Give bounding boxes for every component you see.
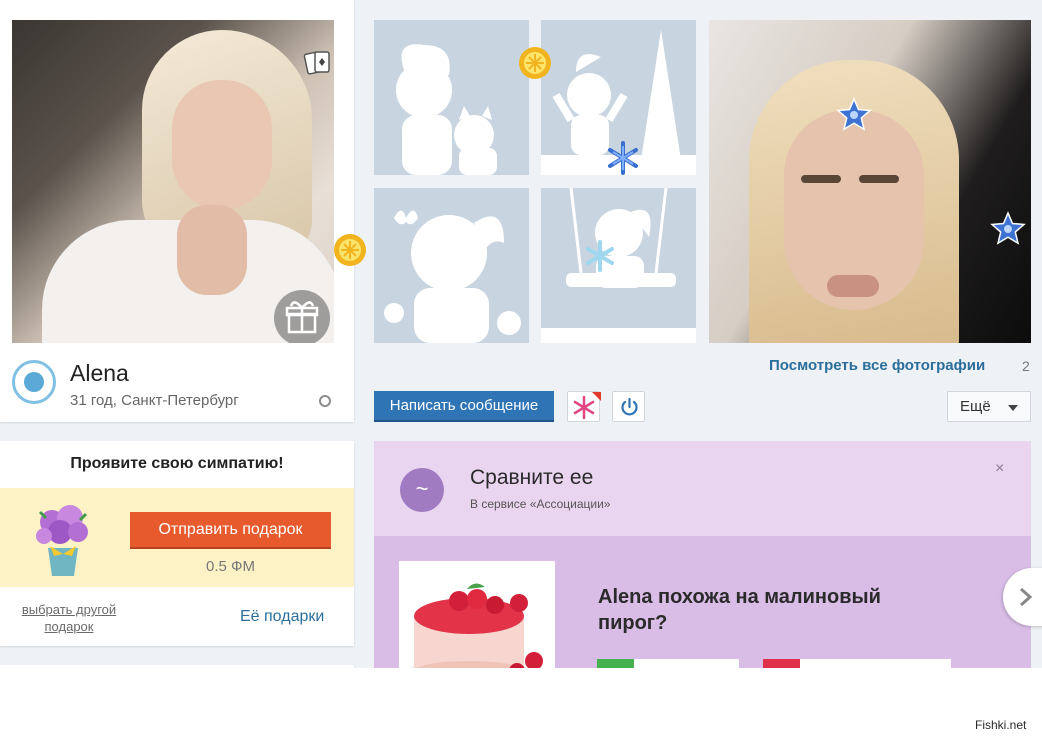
profile-name: Alena (70, 360, 129, 386)
answer-no-button[interactable] (763, 659, 951, 668)
sun-badge-icon[interactable] (518, 46, 552, 80)
more-label: Ещё (960, 398, 991, 415)
write-message-button[interactable]: Написать сообщение (374, 391, 554, 422)
cards-icon[interactable] (303, 48, 333, 78)
send-gift-button[interactable]: Отправить подарок (130, 512, 331, 549)
photo-placeholder[interactable] (541, 188, 696, 343)
star-badge-icon[interactable] (836, 97, 872, 133)
power-icon (621, 397, 638, 416)
associations-subtitle: В сервисе «Ассоциации» (470, 497, 611, 511)
cake-image (399, 561, 555, 668)
close-icon[interactable]: × (995, 460, 1004, 478)
snowflake-gift-button[interactable] (567, 391, 601, 422)
profile-meta: 31 год, Санкт-Петербург (70, 392, 239, 409)
user-badge[interactable] (12, 360, 56, 404)
status-indicator (319, 395, 331, 407)
profile-card: Alena 31 год, Санкт-Петербург (0, 0, 366, 422)
bottom-left-card (0, 665, 354, 668)
profile-photo[interactable] (12, 20, 334, 343)
view-all-photos-link[interactable]: Посмотреть все фотографии (769, 357, 985, 374)
more-dropdown[interactable]: Ещё (947, 391, 1031, 422)
snowflake-icon[interactable] (582, 238, 618, 274)
page: Alena 31 год, Санкт-Петербург Посмотреть… (0, 0, 1042, 668)
photo-placeholder[interactable] (374, 188, 529, 343)
bouquet-icon[interactable] (30, 500, 96, 580)
associations-body: Alena похожа на малиновый пирог? (374, 536, 1031, 668)
photo-count: 2 (1022, 358, 1030, 374)
chevron-down-icon (1008, 405, 1018, 411)
association-question: Alena похожа на малиновый пирог? (598, 586, 881, 634)
gift-price: 0.5 ФМ (206, 558, 255, 575)
main-photo[interactable] (709, 20, 1031, 343)
photo-placeholder[interactable] (374, 20, 529, 175)
gift-icon[interactable] (274, 290, 330, 343)
watermark: Fishki.net (975, 718, 1027, 732)
sun-badge-icon[interactable] (333, 233, 367, 267)
next-button[interactable] (1003, 568, 1042, 626)
her-gifts-link[interactable]: Её подарки (240, 608, 324, 626)
power-button[interactable] (612, 391, 645, 422)
associations-card: ~ Сравните ее В сервисе «Ассоциации» × A… (374, 441, 1031, 668)
answer-yes-button[interactable] (597, 659, 739, 668)
associations-title: Сравните ее (470, 466, 594, 489)
associations-header: ~ Сравните ее В сервисе «Ассоциации» × (374, 441, 1031, 536)
sympathy-card: Проявите свою симпатию! Отправить подаро… (0, 441, 354, 646)
choose-other-gift-link[interactable]: выбрать другой подарок (10, 601, 128, 635)
snowflake-icon[interactable] (605, 140, 641, 176)
tilde-icon: ~ (400, 468, 444, 512)
chevron-right-icon (1020, 587, 1033, 607)
gift-strip: Отправить подарок 0.5 ФМ (0, 488, 354, 587)
sympathy-title: Проявите свою симпатию! (70, 455, 284, 472)
star-badge-icon[interactable] (990, 211, 1026, 247)
